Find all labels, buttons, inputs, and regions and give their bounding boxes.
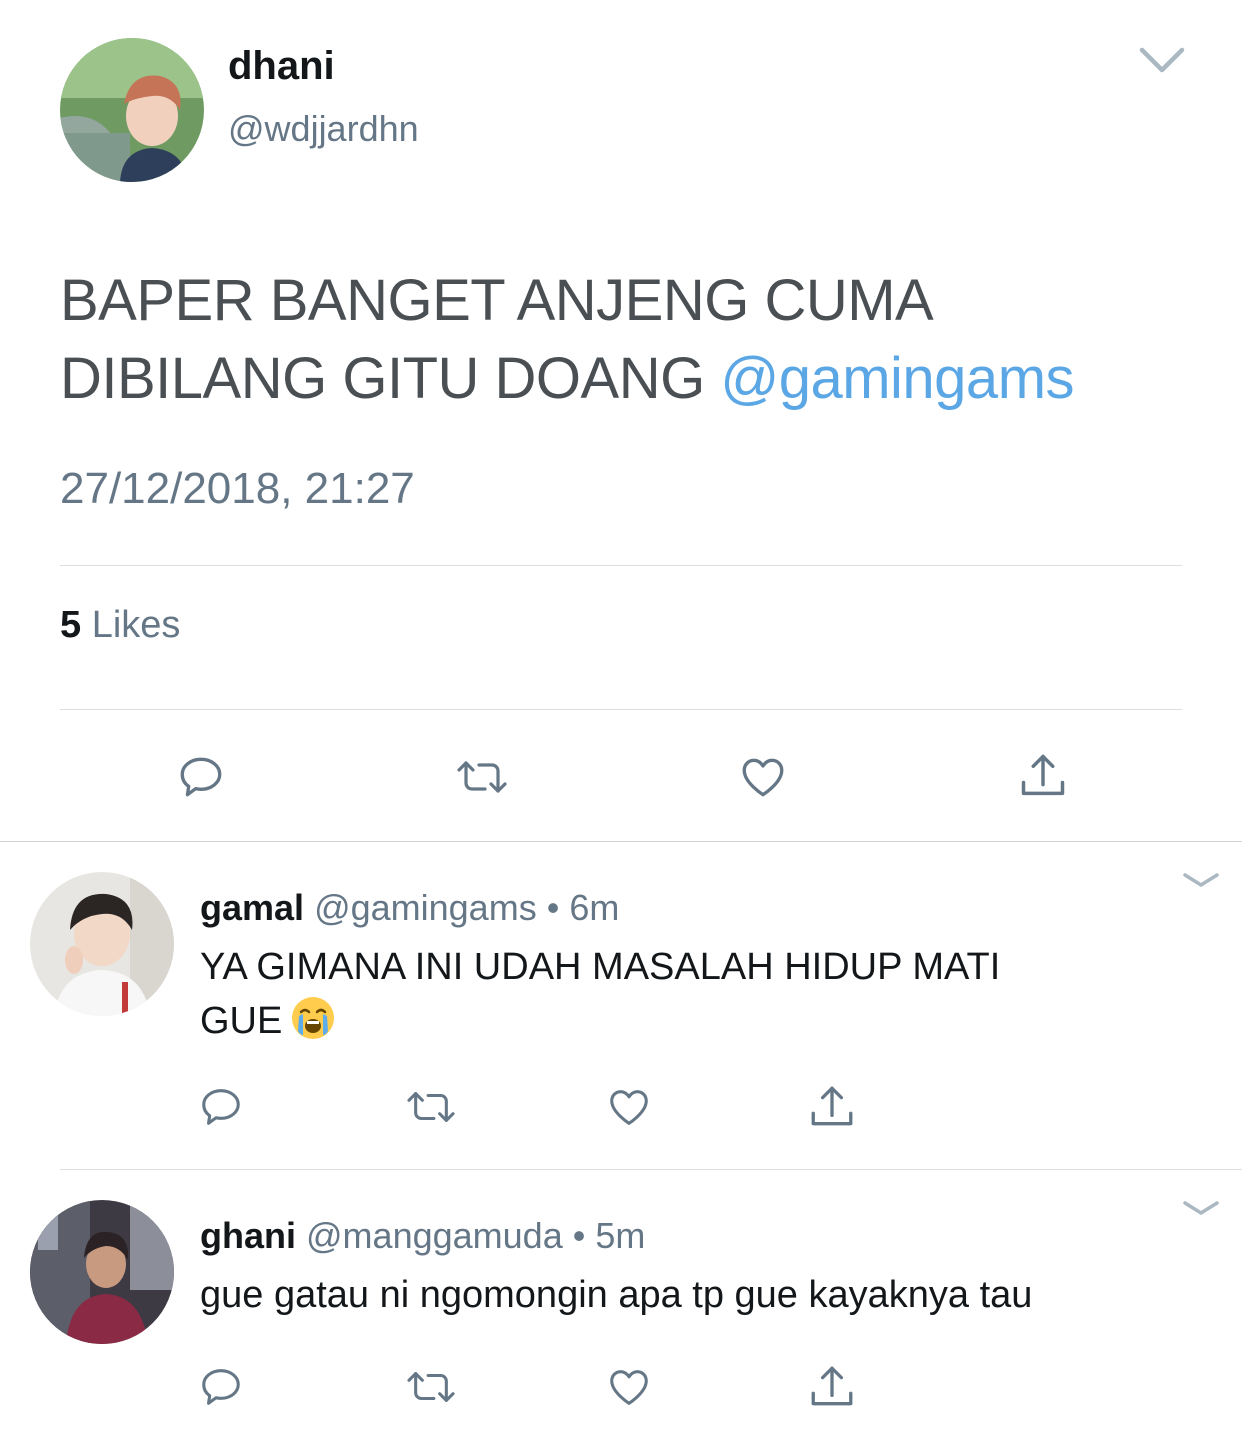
dot-separator: • [572, 1215, 586, 1256]
loudly-crying-face-icon [290, 995, 336, 1041]
retweet-icon[interactable] [454, 752, 510, 802]
like-icon[interactable] [604, 1084, 654, 1130]
reply-avatar[interactable] [30, 1200, 174, 1344]
reply-icon[interactable] [198, 1084, 244, 1130]
chevron-down-icon[interactable] [1182, 870, 1220, 890]
reply-header: ghani @manggamuda • 5m [200, 1215, 645, 1257]
reply-text-line: GUE [200, 994, 1210, 1048]
retweet-icon[interactable] [404, 1084, 458, 1130]
section-divider [0, 841, 1242, 842]
reply-icon[interactable] [198, 1364, 244, 1410]
main-handle[interactable]: @wdjjardhn [228, 108, 419, 150]
reply-text-line: YA GIMANA INI UDAH MASALAH HIDUP MATI [200, 946, 1001, 988]
retweet-icon[interactable] [404, 1364, 458, 1410]
tweet-text: BAPER BANGET ANJENG CUMA DIBILANG GITU D… [60, 262, 1210, 418]
share-icon[interactable] [1016, 750, 1070, 802]
reply-header: gamal @gamingams • 6m [200, 887, 619, 929]
likes-number: 5 [60, 604, 82, 646]
mention-link[interactable]: @gamingams [720, 346, 1074, 411]
tweet-timestamp: 27/12/2018, 21:27 [60, 464, 415, 513]
reply-time[interactable]: 6m [569, 887, 619, 928]
main-avatar[interactable] [60, 38, 204, 182]
divider [60, 1169, 1242, 1170]
chevron-down-icon[interactable] [1182, 1198, 1220, 1218]
reply-display-name[interactable]: gamal [200, 887, 304, 928]
reply-text: YA GIMANA INI UDAH MASALAH HIDUP MATI GU… [200, 940, 1210, 1048]
reply-text-line: gue gatau ni ngomongin apa tp gue kayakn… [200, 1274, 1033, 1316]
divider [60, 709, 1182, 710]
reply-handle[interactable]: @manggamuda [306, 1215, 563, 1256]
likes-label: Likes [91, 604, 181, 646]
likes-count[interactable]: 5 Likes [60, 604, 180, 647]
divider [60, 565, 1182, 566]
reply-display-name[interactable]: ghani [200, 1215, 296, 1256]
reply-text-word: GUE [200, 1000, 283, 1042]
like-icon[interactable] [604, 1364, 654, 1410]
chevron-down-icon[interactable] [1138, 44, 1186, 76]
reply-text: gue gatau ni ngomongin apa tp gue kayakn… [200, 1268, 1230, 1322]
reply-handle[interactable]: @gamingams [314, 887, 537, 928]
share-icon[interactable] [806, 1362, 858, 1412]
reply-time[interactable]: 5m [595, 1215, 645, 1256]
dot-separator: • [546, 887, 560, 928]
reply-icon[interactable] [176, 752, 226, 802]
reply-avatar[interactable] [30, 872, 174, 1016]
like-icon[interactable] [737, 752, 789, 802]
main-display-name[interactable]: dhani [228, 44, 335, 89]
share-icon[interactable] [806, 1082, 858, 1132]
